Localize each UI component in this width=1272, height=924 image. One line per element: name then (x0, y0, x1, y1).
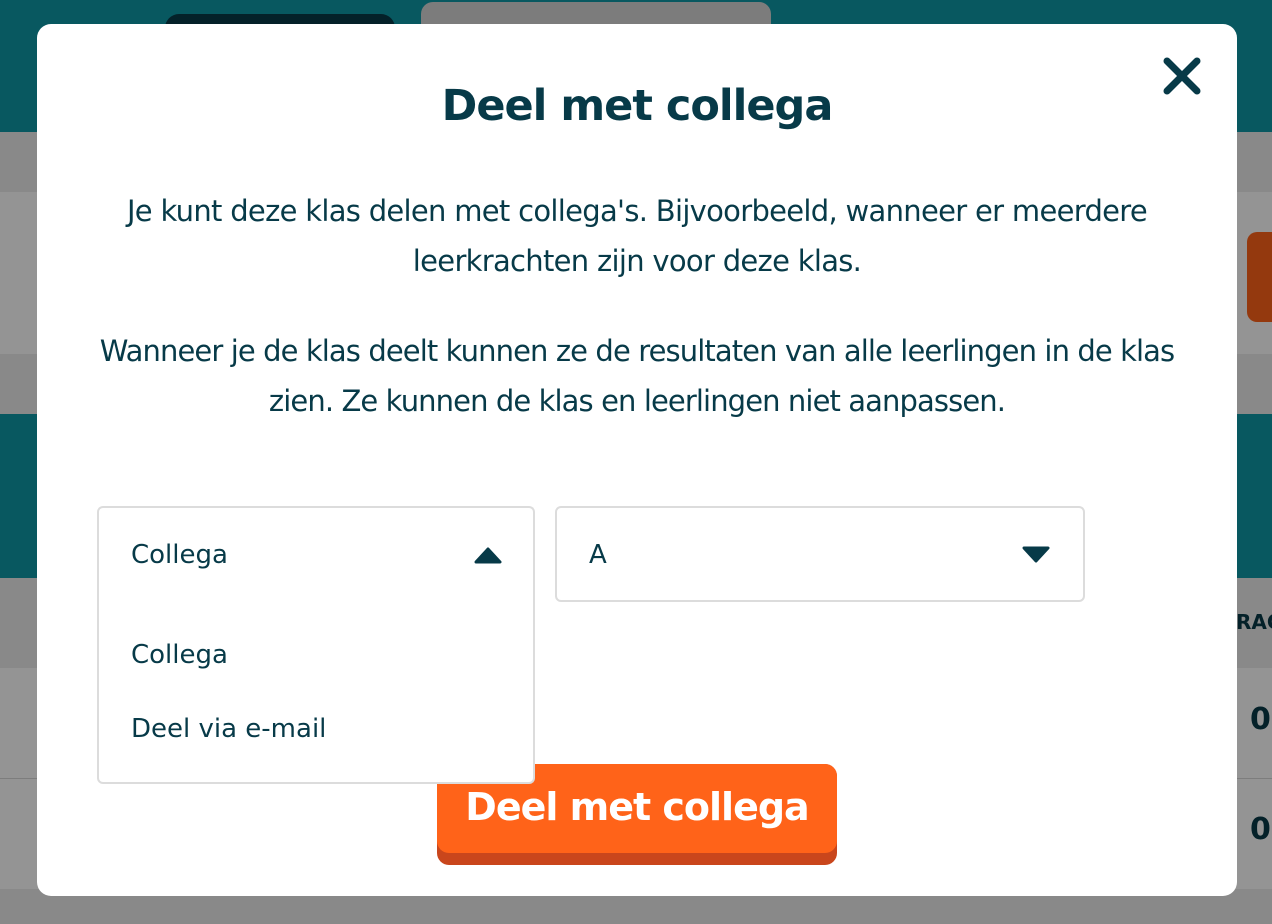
share-type-dropdown: Collega Deel via e-mail (97, 600, 535, 784)
close-button[interactable] (1161, 55, 1203, 97)
close-icon (1163, 57, 1201, 95)
dropdown-option-collega[interactable]: Collega (131, 638, 228, 672)
modal-description-permissions: Wanneer je de klas deelt kunnen ze de re… (99, 334, 1175, 418)
caret-up-icon (473, 546, 503, 564)
caret-down-icon (1021, 546, 1051, 564)
share-button-label: Deel met collega (465, 785, 809, 829)
dropdown-option-email[interactable]: Deel via e-mail (131, 712, 326, 746)
colleague-select[interactable]: A (555, 506, 1085, 602)
colleague-selected-value: A (589, 540, 607, 570)
share-with-colleague-modal: Deel met collega Je kunt deze klas delen… (37, 24, 1237, 896)
modal-description: Je kunt deze klas delen met collega's. B… (126, 194, 1148, 278)
share-type-selected-value: Collega (131, 540, 228, 570)
modal-title: Deel met collega (441, 81, 834, 131)
share-type-select[interactable]: Collega (97, 506, 535, 602)
